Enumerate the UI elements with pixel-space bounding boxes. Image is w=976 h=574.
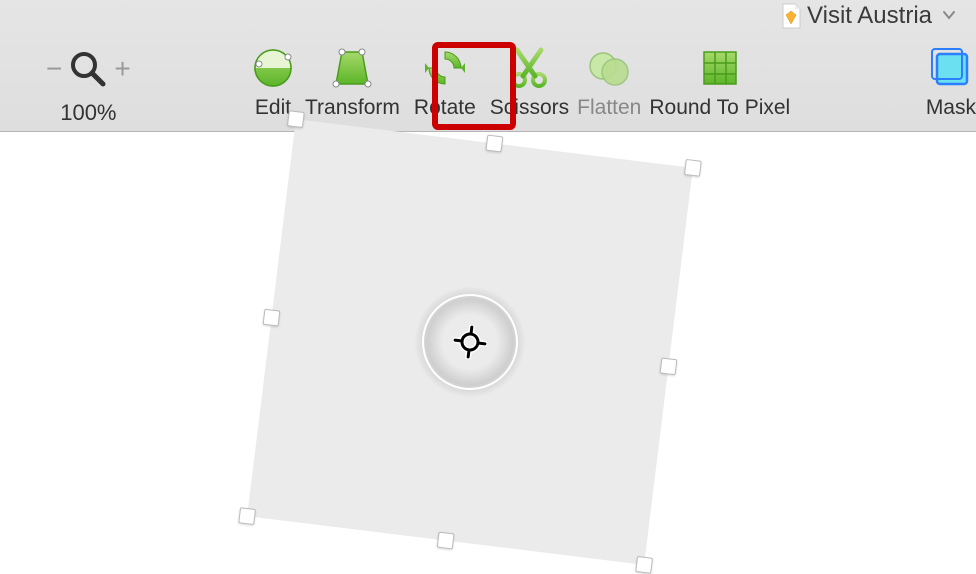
round-to-pixel-icon: [696, 44, 744, 92]
flatten-tool[interactable]: Flatten: [573, 44, 645, 120]
canvas[interactable]: [0, 132, 976, 542]
handle-bottom-mid[interactable]: [437, 532, 455, 550]
document-title-area[interactable]: Visit Austria: [781, 2, 956, 30]
toolbar: Visit Austria − + 100%: [0, 0, 976, 132]
edit-icon: [249, 44, 297, 92]
transform-icon: [328, 44, 376, 92]
zoom-control: − + 100%: [46, 44, 131, 126]
toolbar-tools: Edit Transform: [245, 44, 794, 120]
pivot-ring: [417, 289, 524, 396]
edit-label: Edit: [255, 96, 291, 120]
mask-label: Mask: [926, 96, 976, 120]
flatten-label: Flatten: [577, 96, 641, 120]
selected-shape[interactable]: [247, 119, 693, 565]
handle-top-left[interactable]: [287, 110, 305, 128]
rotate-icon: [421, 44, 469, 92]
scissors-tool[interactable]: Scissors: [486, 44, 573, 120]
chevron-down-icon: [942, 7, 956, 25]
rotate-label: Rotate: [414, 96, 476, 120]
flatten-icon: [585, 44, 633, 92]
handle-mid-left[interactable]: [263, 309, 281, 327]
magnifier-icon[interactable]: [68, 49, 108, 89]
zoom-level-label: 100%: [46, 100, 131, 126]
handle-mid-right[interactable]: [660, 357, 678, 375]
transform-label: Transform: [305, 96, 400, 120]
handle-bottom-left[interactable]: [238, 507, 256, 525]
round-to-pixel-label: Round To Pixel: [649, 96, 790, 120]
scissors-icon: [505, 44, 553, 92]
scissors-label: Scissors: [490, 96, 569, 120]
round-to-pixel-tool[interactable]: Round To Pixel: [645, 44, 794, 120]
mask-tool[interactable]: Mask: [926, 44, 976, 120]
edit-tool[interactable]: Edit: [245, 44, 301, 120]
sketch-doc-icon: [781, 3, 801, 29]
transform-tool[interactable]: Transform: [301, 44, 404, 120]
handle-top-mid[interactable]: [485, 135, 503, 153]
handle-bottom-right[interactable]: [635, 556, 653, 574]
handle-top-right[interactable]: [684, 159, 702, 177]
document-title: Visit Austria: [807, 2, 932, 30]
zoom-in-button[interactable]: +: [114, 55, 130, 83]
zoom-out-button[interactable]: −: [46, 55, 62, 83]
rotate-tool[interactable]: Rotate: [404, 44, 486, 120]
pivot-crosshair-icon: [451, 323, 489, 361]
mask-icon: [927, 44, 975, 92]
